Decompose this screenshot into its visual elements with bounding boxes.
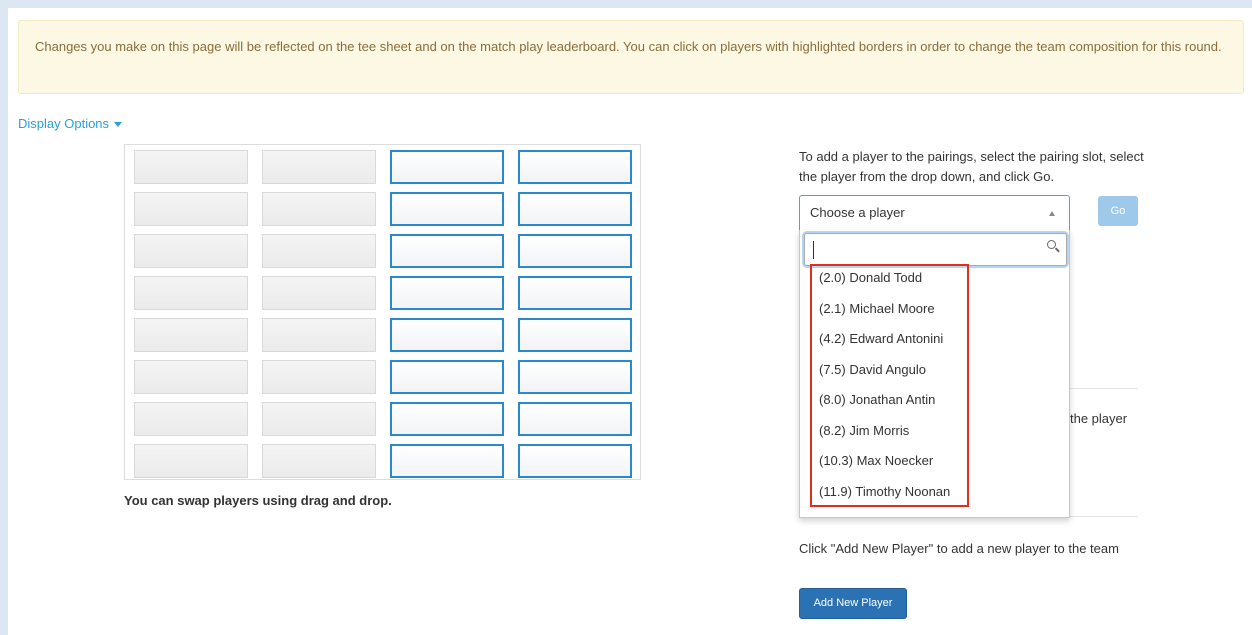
player-select[interactable]: Choose a player: [799, 195, 1070, 231]
open-pairing-slot[interactable]: [390, 276, 504, 310]
open-pairing-slot[interactable]: [518, 318, 632, 352]
pairing-slot[interactable]: [134, 234, 248, 268]
open-pairing-slot[interactable]: [390, 444, 504, 478]
player-option[interactable]: (7.5) David Angulo: [819, 359, 1059, 390]
pairing-slot[interactable]: [262, 402, 376, 436]
pairing-slot[interactable]: [262, 234, 376, 268]
pairing-slot[interactable]: [134, 150, 248, 184]
swap-note: You can swap players using drag and drop…: [124, 493, 392, 508]
pairing-slot[interactable]: [262, 150, 376, 184]
display-options-toggle[interactable]: Display Options: [18, 116, 123, 131]
search-icon: [1047, 240, 1056, 249]
open-pairing-slot[interactable]: [518, 402, 632, 436]
open-pairing-slot[interactable]: [390, 150, 504, 184]
pairing-slot[interactable]: [134, 360, 248, 394]
pairing-grid: [124, 144, 641, 480]
page: Changes you make on this page will be re…: [0, 0, 1252, 635]
player-options-list: (2.0) Donald Todd (2.1) Michael Moore (4.2…: [819, 267, 1059, 511]
open-pairing-slot[interactable]: [390, 234, 504, 268]
go-button[interactable]: Go: [1098, 196, 1138, 226]
left-border: [0, 0, 8, 635]
player-option[interactable]: (10.3) Max Noecker: [819, 450, 1059, 481]
open-pairing-slot[interactable]: [390, 192, 504, 226]
add-new-player-note: Click "Add New Player" to add a new play…: [799, 541, 1119, 556]
add-player-instructions: To add a player to the pairings, select …: [799, 149, 1144, 184]
open-pairing-slot[interactable]: [518, 360, 632, 394]
open-pairing-slot[interactable]: [390, 318, 504, 352]
pairing-slot[interactable]: [134, 276, 248, 310]
open-pairing-slot[interactable]: [518, 234, 632, 268]
pairing-slot[interactable]: [134, 402, 248, 436]
player-select-value: Choose a player: [810, 205, 905, 220]
player-search-input[interactable]: [804, 233, 1067, 266]
pairing-slot[interactable]: [134, 192, 248, 226]
text-cursor: [813, 241, 814, 259]
divider: [1070, 516, 1138, 517]
pairing-slot[interactable]: [262, 318, 376, 352]
pairing-slot[interactable]: [262, 444, 376, 478]
open-pairing-slot[interactable]: [390, 402, 504, 436]
player-option[interactable]: (8.0) Jonathan Antin: [819, 389, 1059, 420]
open-pairing-slot[interactable]: [390, 360, 504, 394]
divider: [1070, 388, 1138, 389]
display-options-label: Display Options: [18, 116, 110, 131]
partial-instruction-text: the player: [1070, 411, 1128, 426]
chevron-up-icon: [1049, 211, 1055, 216]
open-pairing-slot[interactable]: [518, 192, 632, 226]
pairing-slot[interactable]: [262, 360, 376, 394]
player-option[interactable]: (4.2) Edward Antonini: [819, 328, 1059, 359]
pairing-slot[interactable]: [134, 444, 248, 478]
open-pairing-slot[interactable]: [518, 150, 632, 184]
add-new-player-button[interactable]: Add New Player: [799, 588, 907, 619]
player-option[interactable]: (11.9) Timothy Noonan: [819, 481, 1059, 512]
caret-down-icon: [114, 122, 123, 127]
info-alert: Changes you make on this page will be re…: [18, 20, 1244, 94]
player-option[interactable]: (8.2) Jim Morris: [819, 420, 1059, 451]
pairing-slot[interactable]: [262, 192, 376, 226]
player-option[interactable]: (2.1) Michael Moore: [819, 298, 1059, 329]
player-dropdown: (2.0) Donald Todd (2.1) Michael Moore (4.2…: [799, 230, 1070, 518]
pairing-slot[interactable]: [134, 318, 248, 352]
alert-message: Changes you make on this page will be re…: [35, 39, 1222, 54]
open-pairing-slot[interactable]: [518, 276, 632, 310]
open-pairing-slot[interactable]: [518, 444, 632, 478]
pairing-slot[interactable]: [262, 276, 376, 310]
player-option[interactable]: (2.0) Donald Todd: [819, 267, 1059, 298]
top-border: [0, 0, 1252, 8]
